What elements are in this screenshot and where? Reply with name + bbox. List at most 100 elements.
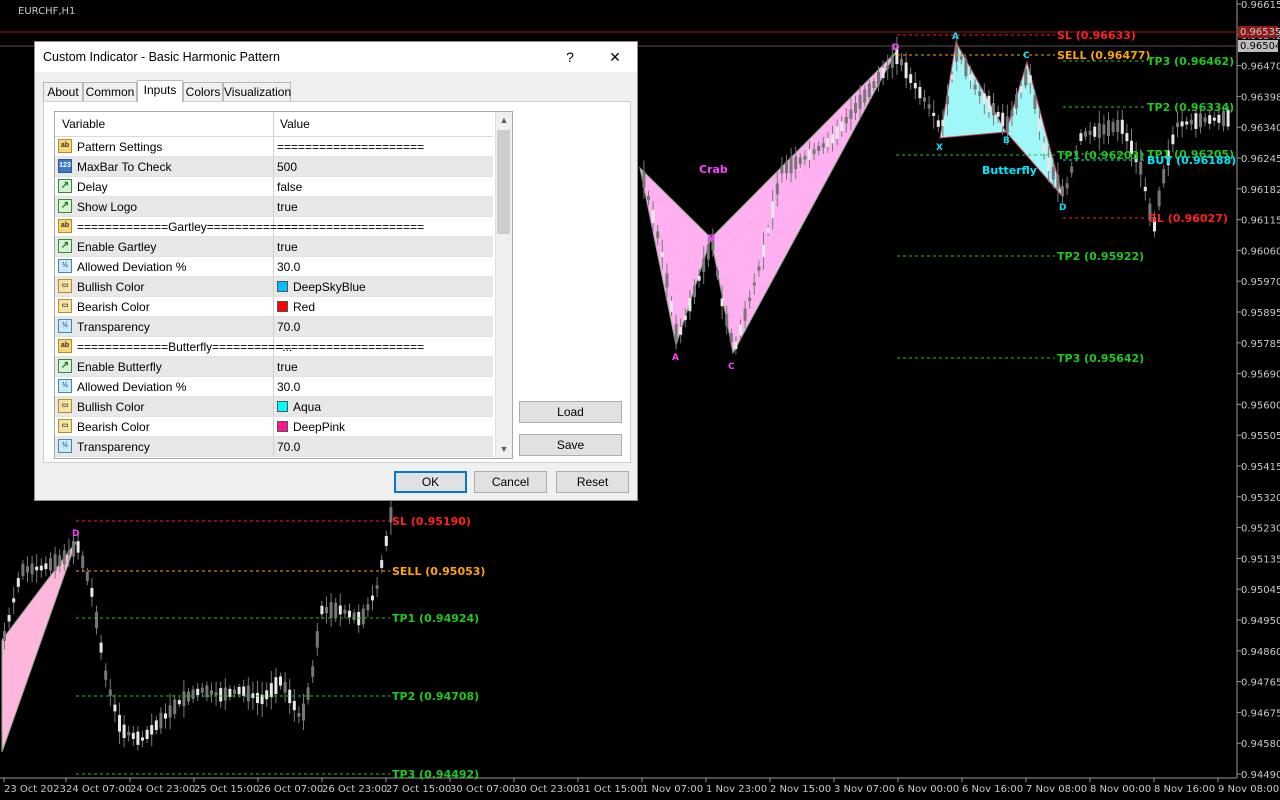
variable-cell: ↗ Enable Butterfly bbox=[55, 357, 274, 376]
candle-body bbox=[651, 209, 655, 223]
column-variable[interactable]: Variable bbox=[62, 117, 105, 131]
input-row[interactable]: ↗ Enable Gartley true bbox=[55, 237, 493, 257]
price-tick-label: 0.94950 bbox=[1241, 616, 1280, 627]
input-row[interactable]: ½ Transparency 70.0 bbox=[55, 437, 493, 457]
close-button[interactable]: ✕ bbox=[600, 46, 630, 68]
scroll-up-icon[interactable]: ▲ bbox=[496, 112, 512, 129]
candle-body bbox=[996, 111, 1000, 117]
variable-value[interactable]: DeepSkyBlue bbox=[293, 280, 366, 294]
variable-value[interactable]: true bbox=[277, 240, 298, 254]
variable-value[interactable]: 70.0 bbox=[277, 440, 300, 454]
candle-body bbox=[343, 609, 347, 614]
candle-body bbox=[858, 94, 862, 109]
candle-body bbox=[886, 65, 890, 69]
cancel-button[interactable]: Cancel bbox=[474, 471, 547, 493]
save-button[interactable]: Save bbox=[519, 434, 622, 456]
scroll-down-icon[interactable]: ▼ bbox=[496, 441, 512, 458]
variable-value[interactable]: Aqua bbox=[293, 400, 321, 414]
candle-body bbox=[1019, 86, 1023, 93]
input-row[interactable]: ½ Allowed Deviation % 30.0 bbox=[55, 377, 493, 397]
variable-value[interactable]: Red bbox=[293, 300, 315, 314]
variable-name: Transparency bbox=[77, 440, 150, 454]
variable-cell: ½ Allowed Deviation % bbox=[55, 377, 274, 396]
help-button[interactable]: ? bbox=[555, 46, 585, 68]
candle-body bbox=[380, 560, 384, 568]
variable-cell: ↗ Show Logo bbox=[55, 197, 274, 216]
candle-body bbox=[854, 103, 857, 113]
variable-name: Delay bbox=[77, 180, 108, 194]
candle-body bbox=[647, 195, 650, 201]
candle-body bbox=[849, 109, 853, 119]
input-row[interactable]: ▭ Bullish Color DeepSkyBlue bbox=[55, 277, 493, 297]
variable-value[interactable]: true bbox=[277, 200, 298, 214]
tab-inputs[interactable]: Inputs bbox=[137, 80, 183, 102]
variable-value[interactable]: 500 bbox=[277, 160, 297, 174]
candle-body bbox=[1088, 130, 1092, 136]
input-row[interactable]: ab =============Gartley============= =====… bbox=[55, 217, 493, 237]
variable-value[interactable]: false bbox=[277, 180, 302, 194]
candle-body bbox=[1199, 113, 1202, 128]
candle-body bbox=[679, 327, 683, 335]
price-tick-label: 0.95690 bbox=[1241, 370, 1280, 381]
input-row[interactable]: ▭ Bearish Color Red bbox=[55, 297, 493, 317]
input-row[interactable]: ab =============Butterfly==========... ===… bbox=[55, 337, 493, 357]
type-col-icon: ▭ bbox=[58, 279, 72, 293]
candle-body bbox=[964, 59, 968, 77]
input-row[interactable]: ↗ Show Logo true bbox=[55, 197, 493, 217]
variable-value[interactable]: 30.0 bbox=[277, 260, 300, 274]
input-row[interactable]: ▭ Bullish Color Aqua bbox=[55, 397, 493, 417]
candle-body bbox=[297, 712, 301, 717]
tab-about[interactable]: About bbox=[43, 82, 83, 101]
candle-body bbox=[67, 551, 71, 556]
type-ab-icon: ab bbox=[58, 219, 72, 233]
variable-value[interactable]: 30.0 bbox=[277, 380, 300, 394]
candle-body bbox=[826, 138, 830, 147]
candle-body bbox=[1189, 119, 1193, 125]
input-row[interactable]: ½ Transparency 70.0 bbox=[55, 317, 493, 337]
grid-scrollbar[interactable]: ▲ ▼ bbox=[495, 112, 512, 458]
scroll-thumb[interactable] bbox=[497, 130, 510, 234]
variable-cell: ▭ Bearish Color bbox=[55, 417, 274, 436]
tab-visualization[interactable]: Visualization bbox=[223, 82, 291, 101]
time-tick-label: 24 Oct 23:00 bbox=[130, 784, 195, 795]
candle-body bbox=[58, 555, 62, 567]
inputs-grid[interactable]: Variable Value ab Pattern Settings =======… bbox=[54, 111, 513, 459]
input-row[interactable]: ½ Allowed Deviation % 30.0 bbox=[55, 257, 493, 277]
tab-colors[interactable]: Colors bbox=[183, 82, 223, 101]
column-value[interactable]: Value bbox=[280, 117, 310, 131]
variable-value[interactable]: ===================== bbox=[277, 140, 424, 154]
time-tick-label: 30 Oct 23:00 bbox=[514, 784, 579, 795]
input-row[interactable]: ▭ Bearish Color DeepPink bbox=[55, 417, 493, 437]
price-tick-label: 0.95230 bbox=[1241, 524, 1280, 535]
candle-body bbox=[674, 323, 678, 341]
variable-name: Bullish Color bbox=[77, 400, 145, 414]
candle-body bbox=[136, 731, 140, 745]
input-row[interactable]: ↗ Enable Butterfly true bbox=[55, 357, 493, 377]
variable-value[interactable]: ===================== bbox=[277, 340, 424, 354]
candle-body bbox=[642, 171, 646, 188]
time-tick-label: 1 Nov 07:00 bbox=[642, 784, 703, 795]
candle-body bbox=[794, 156, 798, 170]
candle-body bbox=[950, 74, 954, 80]
input-row[interactable]: ↗ Delay false bbox=[55, 177, 493, 197]
time-tick-label: 30 Oct 07:00 bbox=[450, 784, 515, 795]
variable-value[interactable]: DeepPink bbox=[293, 420, 345, 434]
candle-body bbox=[145, 729, 149, 739]
variable-value[interactable]: ===================== bbox=[277, 220, 424, 234]
variable-value[interactable]: 70.0 bbox=[277, 320, 300, 334]
tab-common[interactable]: Common bbox=[83, 82, 137, 101]
color-swatch bbox=[277, 301, 288, 312]
input-row[interactable]: 123 MaxBar To Check 500 bbox=[55, 157, 493, 177]
load-button[interactable]: Load bbox=[519, 401, 622, 423]
input-row[interactable]: ab Pattern Settings ===================== bbox=[55, 137, 493, 157]
variable-value[interactable]: true bbox=[277, 360, 298, 374]
ok-button[interactable]: OK bbox=[394, 471, 467, 493]
reset-button[interactable]: Reset bbox=[556, 471, 629, 493]
variable-name: Enable Butterfly bbox=[77, 360, 162, 374]
level-label: SELL (0.96477) bbox=[1057, 49, 1150, 62]
candle-body bbox=[1093, 126, 1097, 137]
butterfly-point-x: X bbox=[936, 143, 943, 153]
dialog-titlebar[interactable]: Custom Indicator - Basic Harmonic Patter… bbox=[35, 42, 637, 72]
candle-body bbox=[210, 690, 213, 695]
candle-body bbox=[85, 571, 89, 582]
